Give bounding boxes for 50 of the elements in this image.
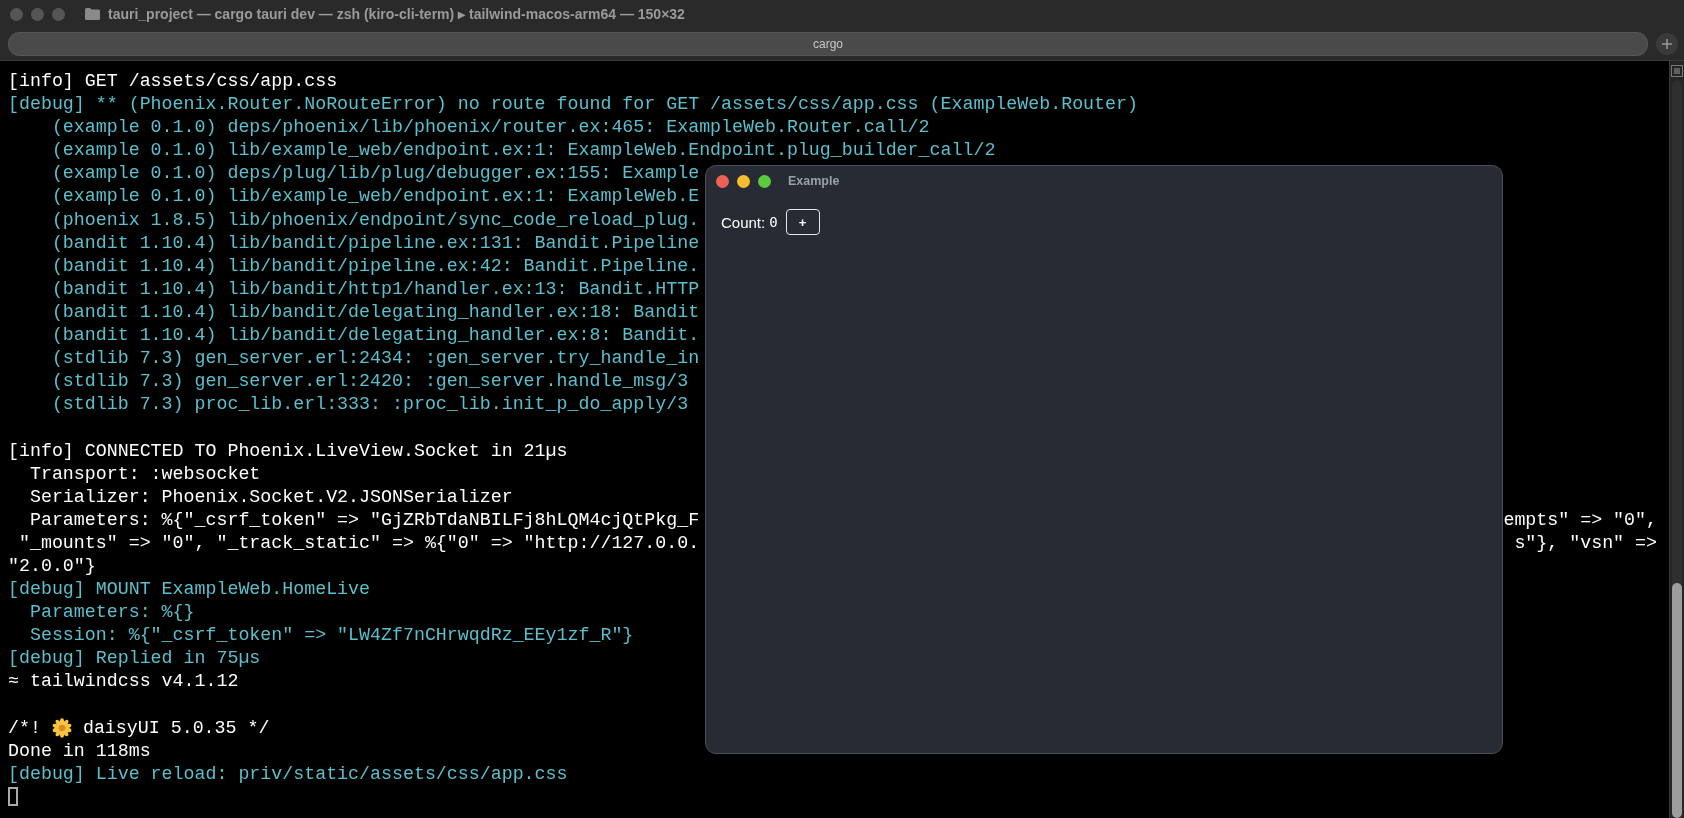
terminal-line: s"}, "vsn" => — [1514, 531, 1657, 555]
flower-icon — [51, 718, 72, 739]
terminal-line: (example 0.1.0) lib/example_web/endpoint.ex:1: ExampleWeb.Endpoint.plug_builder_call/2 — [50, 139, 996, 163]
terminal-line: (example 0.1.0) deps/phoenix/lib/phoenix/router.ex:465: ExampleWeb.Router.call/2 — [50, 116, 930, 140]
terminal-line: Done in 118ms — [8, 739, 151, 763]
terminal-line: Session: %{"_csrf_token" => "LW4Zf7nCHrwqdRz_EEy1zf_R"} — [28, 624, 634, 648]
terminal-line: daisyUI 5.0.35 */ — [82, 716, 270, 740]
window-title: Example — [788, 174, 840, 188]
text-cursor — [8, 786, 18, 806]
zoom-button[interactable] — [758, 174, 771, 188]
terminal-line: (example 0.1.0) lib/example_web/endpoint.ex:1: ExampleWeb.E — [50, 185, 700, 209]
close-button[interactable] — [716, 174, 729, 188]
terminal-line: (phoenix 1.8.5) lib/phoenix/endpoint/sync_code_reload_plug. — [50, 208, 700, 232]
terminal-line: Transport: :websocket — [28, 462, 261, 486]
terminal-line: Serializer: Phoenix.Socket.V2.JSONSerializer — [28, 485, 513, 509]
terminal-line: (stdlib 7.3) gen_server.erl:2434: :gen_server.try_handle_in — [50, 347, 700, 371]
increment-button[interactable]: + — [785, 209, 820, 235]
terminal-line: (bandit 1.10.4) lib/bandit/http1/handler.ex:13: Bandit.HTTP — [50, 277, 700, 301]
terminal-line: empts" => "0", — [1503, 508, 1657, 532]
close-button[interactable] — [10, 7, 23, 21]
terminal-line: ≈ tailwindcss v4.1.12 — [8, 670, 239, 694]
terminal-line: "2.0.0"} — [8, 554, 96, 578]
plus-icon — [1661, 38, 1673, 50]
terminal-line: Parameters: %{} — [28, 601, 195, 625]
scroll-thumb[interactable] — [1672, 583, 1682, 818]
terminal-line: [debug] Replied in 75µs — [8, 647, 261, 671]
window-title: tauri_project — cargo tauri dev — zsh (kiro-cli-term) ▸ tailwind-macos-arm64 — 150×32 — [108, 6, 685, 22]
count-value: 0 — [769, 213, 778, 231]
terminal-line: (bandit 1.10.4) lib/bandit/pipeline.ex:131: Bandit.Pipeline — [50, 231, 700, 255]
scroll-bar[interactable] — [1669, 61, 1684, 818]
terminal-line: (stdlib 7.3) proc_lib.erl:333: :proc_lib.init_p_do_apply/3 — [50, 393, 689, 417]
terminal-line: (bandit 1.10.4) lib/bandit/pipeline.ex:42: Bandit.Pipeline. — [50, 254, 700, 278]
terminal-line: [debug] MOUNT ExampleWeb.HomeLive — [8, 578, 371, 602]
terminal-line: Parameters: %{"_csrf_token" => "GjZRbTdaNBILFj8hLQM4cjQtPkg_F — [28, 508, 700, 532]
list-icon[interactable] — [1671, 65, 1683, 77]
minimize-button[interactable] — [737, 174, 750, 188]
new-tab-button[interactable] — [1656, 33, 1678, 55]
terminal-line: [debug] ** (Phoenix.Router.NoRouteError) no route found for GET /assets/css/app.css (ExampleWeb.Router) — [8, 93, 1138, 117]
terminal-line: [debug] Live reload: priv/static/assets/css/app.css — [8, 762, 568, 786]
terminal-line: (bandit 1.10.4) lib/bandit/delegating_handler.ex:8: Bandit. — [50, 324, 700, 348]
terminal-tab[interactable]: cargo — [8, 32, 1648, 56]
terminal-line: /*! — [8, 716, 41, 740]
terminal-line: (bandit 1.10.4) lib/bandit/delegating_handler.ex:18: Bandit — [50, 300, 700, 324]
terminal-line: "_mounts" => "0", "_track_static" => %{"0" => "http://127.0.0. — [17, 531, 700, 555]
folder-icon — [85, 8, 100, 20]
terminal-line: [info] CONNECTED TO Phoenix.LiveView.Socket in 21µs — [8, 439, 568, 463]
terminal-line: [info] GET /assets/css/app.css — [8, 70, 338, 93]
terminal-line: (stdlib 7.3) gen_server.erl:2420: :gen_server.handle_msg/3 — [50, 370, 689, 394]
terminal-line: (example 0.1.0) deps/plug/lib/plug/debugger.ex:155: Example — [50, 162, 700, 186]
count-label: Count: — [721, 213, 766, 231]
